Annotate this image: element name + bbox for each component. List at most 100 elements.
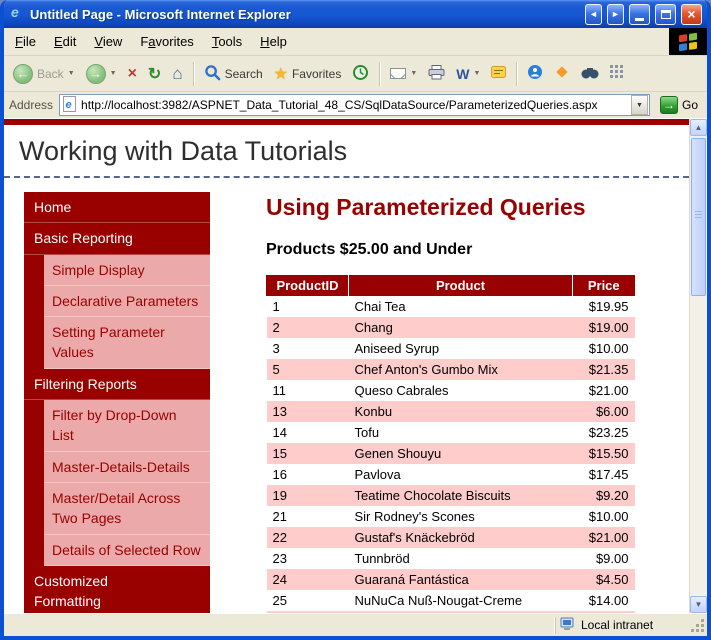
table-cell: $23.25	[573, 422, 635, 443]
menu-file[interactable]: File	[6, 29, 45, 54]
sidebar-section-filtering-reports[interactable]: Filtering Reports	[24, 369, 210, 400]
table-cell: $21.35	[573, 359, 635, 380]
mail-icon	[390, 68, 406, 79]
favorites-label: Favorites	[292, 67, 341, 81]
table-cell: Guaraná Fantástica	[349, 569, 573, 590]
menu-favorites[interactable]: Favorites	[131, 29, 202, 54]
refresh-button[interactable]: ↻	[143, 61, 166, 87]
table-cell: $9.00	[573, 548, 635, 569]
title-bar[interactable]: e Untitled Page - Microsoft Internet Exp…	[4, 0, 707, 28]
vertical-scrollbar[interactable]: ▲ ▼	[689, 119, 707, 613]
address-bar: Address e http://localhost:3982/ASPNET_D…	[4, 92, 707, 119]
products-table-header-row: ProductIDProductPrice	[267, 275, 635, 296]
table-cell: $21.00	[573, 380, 635, 401]
mail-button[interactable]: ▼	[385, 65, 422, 82]
address-input[interactable]: e http://localhost:3982/ASPNET_Data_Tuto…	[59, 94, 650, 116]
table-cell: Genen Shouyu	[349, 443, 573, 464]
back-button[interactable]: ← Back ▼	[8, 61, 80, 87]
sidebar-item-setting-parameter-values[interactable]: Setting Parameter Values	[24, 317, 210, 369]
table-cell: 1	[267, 296, 349, 317]
indent-strip	[24, 535, 44, 566]
menu-help[interactable]: Help	[251, 29, 296, 54]
table-row: 5Chef Anton's Gumbo Mix$21.35	[267, 359, 635, 380]
security-zone-label: Local intranet	[581, 618, 653, 632]
browser-window: e Untitled Page - Microsoft Internet Exp…	[0, 0, 711, 640]
table-cell: $15.50	[573, 443, 635, 464]
close-button[interactable]: ×	[681, 4, 702, 25]
research-button[interactable]	[576, 63, 604, 85]
sidebar-item-master-details-details[interactable]: Master-Details-Details	[24, 452, 210, 483]
sidebar-item-details-of-selected-row[interactable]: Details of Selected Row	[24, 535, 210, 566]
table-cell: 16	[267, 464, 349, 485]
search-button[interactable]: Search	[199, 61, 268, 87]
tools-grid-button[interactable]	[605, 62, 629, 85]
print-button[interactable]	[423, 62, 450, 86]
toolbar: ← Back ▼ → ▼ × ↻ ⌂ Search ★ Favorites	[4, 56, 707, 92]
web-page: Working with Data Tutorials HomeBasic Re…	[4, 119, 689, 613]
table-cell: Chang	[349, 317, 573, 338]
media-icon	[554, 64, 570, 83]
sidebar-item-filter-by-drop-down-list[interactable]: Filter by Drop-Down List	[24, 400, 210, 452]
titlebar-extra-right-button[interactable]: ►	[607, 4, 624, 25]
table-cell: 13	[267, 401, 349, 422]
table-cell: 22	[267, 527, 349, 548]
history-button[interactable]	[347, 61, 374, 87]
column-header-price: Price	[573, 275, 635, 296]
messenger-button[interactable]	[522, 61, 548, 86]
sidebar-section-customized-formatting[interactable]: Customized Formatting	[24, 566, 210, 613]
table-cell: $17.45	[573, 464, 635, 485]
page-subheading: Products $25.00 and Under	[266, 241, 689, 259]
scroll-up-icon[interactable]: ▲	[690, 119, 707, 136]
stop-button[interactable]: ×	[123, 62, 142, 86]
back-dropdown-icon: ▼	[68, 70, 75, 77]
sidebar-section-home[interactable]: Home	[24, 192, 210, 223]
maximize-button[interactable]	[655, 4, 676, 25]
home-button[interactable]: ⌂	[167, 61, 187, 87]
refresh-icon: ↻	[148, 64, 161, 84]
address-dropdown-button[interactable]: ▼	[631, 95, 648, 115]
menu-edit[interactable]: Edit	[45, 29, 85, 54]
table-row: 23Tunnbröd$9.00	[267, 548, 635, 569]
table-cell: Teatime Chocolate Biscuits	[349, 485, 573, 506]
favorites-button[interactable]: ★ Favorites	[269, 61, 347, 87]
scroll-down-icon[interactable]: ▼	[690, 596, 707, 613]
edit-dropdown-icon: ▼	[473, 70, 480, 77]
go-button[interactable]: → Go	[656, 95, 702, 115]
forward-button[interactable]: → ▼	[81, 61, 122, 87]
table-cell: Chef Anton's Gumbo Mix	[349, 359, 573, 380]
minimize-button[interactable]	[629, 4, 650, 25]
resize-grip[interactable]	[690, 617, 705, 633]
titlebar-extra-left-button[interactable]: ◄	[585, 4, 602, 25]
table-cell: Gustaf's Knäckebröd	[349, 527, 573, 548]
table-row: 16Pavlova$17.45	[267, 464, 635, 485]
discuss-button[interactable]	[486, 63, 511, 85]
table-row: 3Aniseed Syrup$10.00	[267, 338, 635, 359]
table-cell: Aniseed Syrup	[349, 338, 573, 359]
menu-tools[interactable]: Tools	[203, 29, 251, 54]
menu-view[interactable]: View	[85, 29, 131, 54]
back-label: Back	[37, 67, 64, 81]
sidebar-item-declarative-parameters[interactable]: Declarative Parameters	[24, 286, 210, 317]
sidebar-item-label: Simple Display	[44, 255, 210, 286]
indent-strip	[24, 483, 44, 535]
table-cell: $10.00	[573, 338, 635, 359]
products-table-body: 1Chai Tea$19.952Chang$19.003Aniseed Syru…	[267, 296, 635, 613]
menu-bar: FileEditViewFavoritesToolsHelp	[4, 28, 707, 56]
sidebar-section-basic-reporting[interactable]: Basic Reporting	[24, 223, 210, 254]
table-cell: 2	[267, 317, 349, 338]
status-bar: Local intranet	[4, 613, 707, 636]
edit-with-word-button[interactable]: W ▼	[451, 63, 485, 85]
search-label: Search	[225, 67, 263, 81]
table-row: 13Konbu$6.00	[267, 401, 635, 422]
indent-strip	[24, 452, 44, 483]
sidebar-item-master-detail-across-two-pages[interactable]: Master/Detail Across Two Pages	[24, 483, 210, 535]
media-button[interactable]	[549, 61, 575, 86]
table-cell: 23	[267, 548, 349, 569]
table-row: 1Chai Tea$19.95	[267, 296, 635, 317]
table-cell: NuNuCa Nuß-Nougat-Creme	[349, 590, 573, 611]
scrollbar-thumb[interactable]	[691, 138, 706, 296]
favorites-star-icon: ★	[274, 64, 288, 84]
sidebar-item-simple-display[interactable]: Simple Display	[24, 255, 210, 286]
mail-dropdown-icon: ▼	[410, 70, 417, 77]
sidebar-item-label: Details of Selected Row	[44, 535, 210, 566]
